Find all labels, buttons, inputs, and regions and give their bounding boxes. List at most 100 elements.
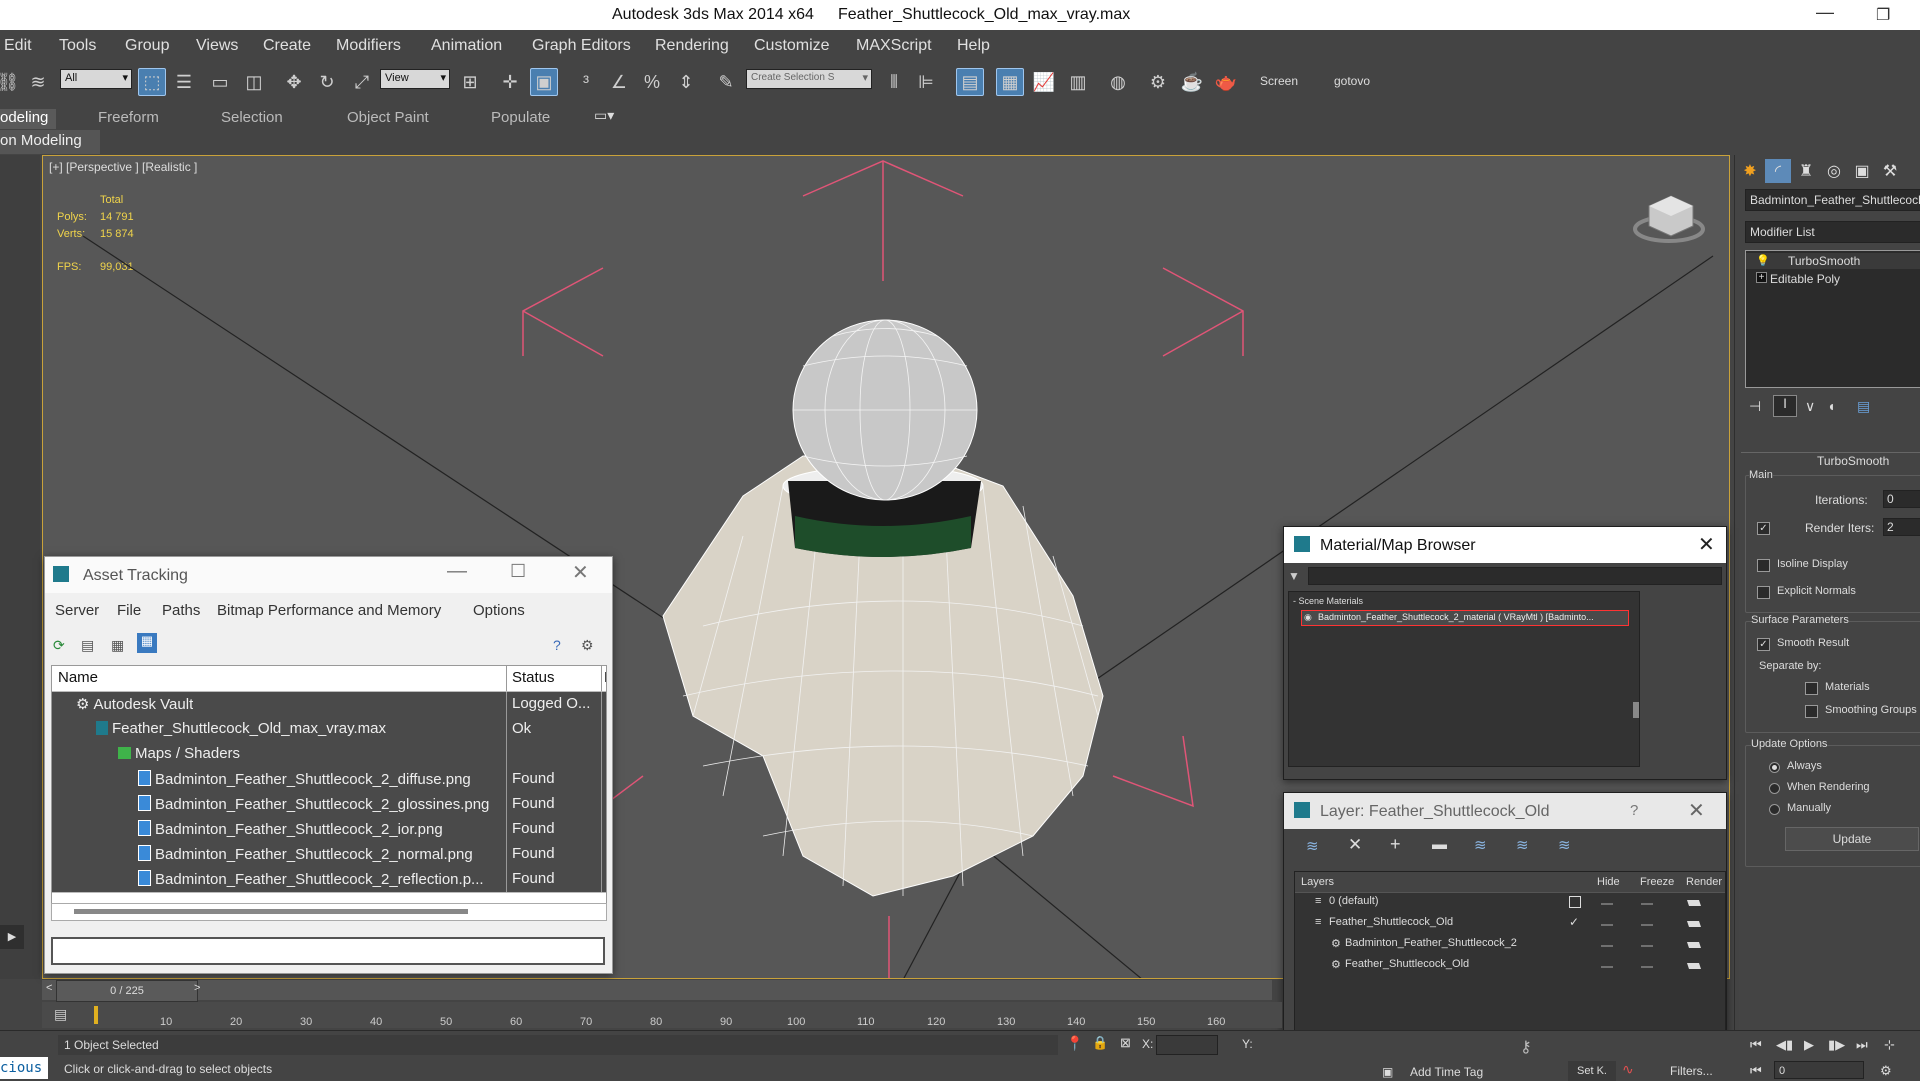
x-coord-input[interactable]: [1156, 1035, 1218, 1055]
hide-all-icon[interactable]: ≋: [1516, 836, 1529, 854]
explicit-normals-checkbox[interactable]: [1757, 586, 1770, 599]
list-view-icon[interactable]: ▤: [81, 637, 94, 654]
table-row[interactable]: Feather_Shuttlecock_Old_max_vray.max Ok: [52, 717, 606, 743]
menu-create[interactable]: Create: [263, 37, 311, 55]
snaps-toggle-icon[interactable]: ³: [572, 68, 600, 96]
pin-stack-icon[interactable]: ⊣: [1749, 398, 1761, 415]
edit-named-sel-icon[interactable]: ✎: [712, 68, 740, 96]
update-button[interactable]: Update: [1785, 827, 1919, 851]
modify-tab-icon[interactable]: ◜: [1765, 159, 1791, 183]
refresh-icon[interactable]: ⟳: [53, 637, 65, 654]
prev-frame-icon[interactable]: ◀▮: [1776, 1037, 1793, 1053]
selection-filter-dropdown[interactable]: All: [60, 69, 132, 89]
stack-item-editable-poly[interactable]: + Editable Poly: [1746, 271, 1920, 287]
time-slider[interactable]: < 0 / 225 >: [42, 980, 1272, 1002]
smoothing-groups-checkbox[interactable]: [1805, 705, 1818, 718]
curve-editor-mini-icon[interactable]: ▤: [54, 1006, 67, 1023]
col-extra[interactable]: F: [604, 669, 606, 686]
tab-object-paint[interactable]: Object Paint: [347, 109, 429, 126]
maxscript-listener-mini[interactable]: cious: [0, 1057, 48, 1079]
layer-manager-icon[interactable]: ▦: [996, 68, 1024, 96]
filters-button[interactable]: Filters...: [1670, 1064, 1713, 1078]
goto-end-icon[interactable]: ⏭: [1856, 1037, 1868, 1053]
create-layer-icon[interactable]: ≋: [1306, 837, 1319, 855]
set-key-button[interactable]: Set K.: [1568, 1061, 1616, 1081]
table-row[interactable]: Badminton_Feather_Shuttlecock_2_ior.png …: [52, 817, 606, 843]
always-radio[interactable]: [1769, 762, 1780, 773]
render-production-icon[interactable]: 🫖: [1212, 68, 1240, 96]
minimize-icon[interactable]: —: [447, 560, 467, 583]
select-by-name-icon[interactable]: ☰: [170, 68, 198, 96]
render-iters-spinner[interactable]: 2: [1883, 518, 1920, 536]
named-selection-set-input[interactable]: Create Selection S: [746, 69, 872, 89]
play-icon[interactable]: ▶: [1804, 1037, 1814, 1053]
time-config-icon[interactable]: ⚙: [1880, 1063, 1892, 1079]
path-input[interactable]: [51, 937, 605, 965]
col-render[interactable]: Render: [1686, 876, 1722, 888]
menu-rendering[interactable]: Rendering: [655, 37, 729, 55]
keyboard-shortcut-override-icon[interactable]: ▣: [530, 68, 558, 96]
when-rendering-radio[interactable]: [1769, 783, 1780, 794]
menu-animation[interactable]: Animation: [431, 37, 502, 55]
link-icon[interactable]: ⛓: [0, 68, 22, 96]
manually-radio[interactable]: [1769, 804, 1780, 815]
selection-lock-icon[interactable]: 🔒: [1092, 1035, 1108, 1051]
key-icon[interactable]: ⚷: [1520, 1037, 1532, 1057]
settings-icon[interactable]: ⚙: [581, 637, 594, 654]
time-next-icon[interactable]: >: [194, 982, 200, 994]
menu-bitmap-performance[interactable]: Bitmap Performance and Memory: [217, 602, 441, 619]
table-row[interactable]: Badminton_Feather_Shuttlecock_2_normal.p…: [52, 842, 606, 868]
key-mode-toggle-icon[interactable]: ⏮: [1750, 1063, 1762, 1079]
help-icon[interactable]: ?: [1630, 802, 1638, 819]
object-name-input[interactable]: Badminton_Feather_Shuttlecock_: [1745, 189, 1920, 211]
spinner-snap-icon[interactable]: ⇕: [672, 68, 700, 96]
angle-snap-icon[interactable]: ∠: [605, 68, 633, 96]
menu-help[interactable]: Help: [957, 37, 990, 55]
bulb-icon[interactable]: 💡: [1756, 254, 1770, 267]
current-layer-check-icon[interactable]: ✓: [1569, 915, 1579, 929]
display-tab-icon[interactable]: ▣: [1849, 159, 1875, 183]
menu-paths[interactable]: Paths: [162, 602, 200, 619]
material-list-scroll[interactable]: [1633, 702, 1639, 718]
configure-modifier-sets-icon[interactable]: ▤: [1857, 398, 1870, 415]
make-unique-icon[interactable]: ∨: [1805, 398, 1815, 415]
key-filters-icon[interactable]: ∿: [1622, 1061, 1634, 1078]
curve-editor-icon[interactable]: 📈: [1030, 68, 1058, 96]
bind-spacewarp-icon[interactable]: ≋: [24, 68, 52, 96]
smooth-result-checkbox[interactable]: ✓: [1757, 638, 1770, 651]
utilities-tab-icon[interactable]: ⚒: [1877, 159, 1903, 183]
expand-arrow-icon[interactable]: ▶: [0, 925, 24, 949]
hierarchy-tab-icon[interactable]: ♜: [1793, 159, 1819, 183]
menu-graph-editors[interactable]: Graph Editors: [532, 37, 631, 55]
isolate-selection-icon[interactable]: 📍: [1066, 1035, 1083, 1052]
table-view-icon[interactable]: ▦: [137, 633, 157, 653]
key-mode-icon[interactable]: ⊹: [1884, 1037, 1895, 1053]
col-layers[interactable]: Layers: [1301, 876, 1334, 888]
tab-modeling[interactable]: odeling: [0, 109, 57, 129]
detail-view-icon[interactable]: ▦: [111, 637, 124, 654]
render-iters-checkbox[interactable]: ✓: [1757, 522, 1770, 535]
render-setup-icon[interactable]: ⚙: [1144, 68, 1172, 96]
rollout-title[interactable]: TurboSmooth: [1817, 454, 1889, 468]
delete-layer-icon[interactable]: ✕: [1348, 835, 1362, 855]
material-item[interactable]: ◉ Badminton_Feather_Shuttlecock_2_materi…: [1301, 610, 1629, 626]
scrollbar-thumb[interactable]: [74, 909, 468, 914]
ribbon-options-icon[interactable]: ▭▾: [594, 107, 614, 124]
maximize-icon[interactable]: ☐: [510, 561, 526, 582]
schematic-view-icon[interactable]: ▥: [1064, 68, 1092, 96]
col-freeze[interactable]: Freeze: [1640, 876, 1674, 888]
asset-tracking-titlebar[interactable]: Asset Tracking — ☐ ✕: [45, 557, 612, 593]
current-frame-marker[interactable]: [94, 1006, 98, 1024]
menu-edit[interactable]: Edit: [4, 37, 32, 55]
remove-modifier-icon[interactable]: ◖: [1827, 398, 1835, 414]
percent-snap-icon[interactable]: %: [638, 68, 666, 96]
absolute-mode-icon[interactable]: ⊠: [1120, 1035, 1131, 1051]
menu-server[interactable]: Server: [55, 602, 99, 619]
scale-icon[interactable]: ⤢: [348, 68, 376, 96]
goto-start-icon[interactable]: ⏮: [1750, 1037, 1762, 1053]
polygon-modeling-label[interactable]: on Modeling: [0, 132, 82, 149]
close-icon[interactable]: ✕: [572, 560, 589, 585]
material-browser-titlebar[interactable]: Material/Map Browser ✕: [1284, 527, 1726, 563]
menu-options[interactable]: Options: [473, 602, 525, 619]
time-slider-thumb[interactable]: 0 / 225: [56, 980, 198, 1002]
